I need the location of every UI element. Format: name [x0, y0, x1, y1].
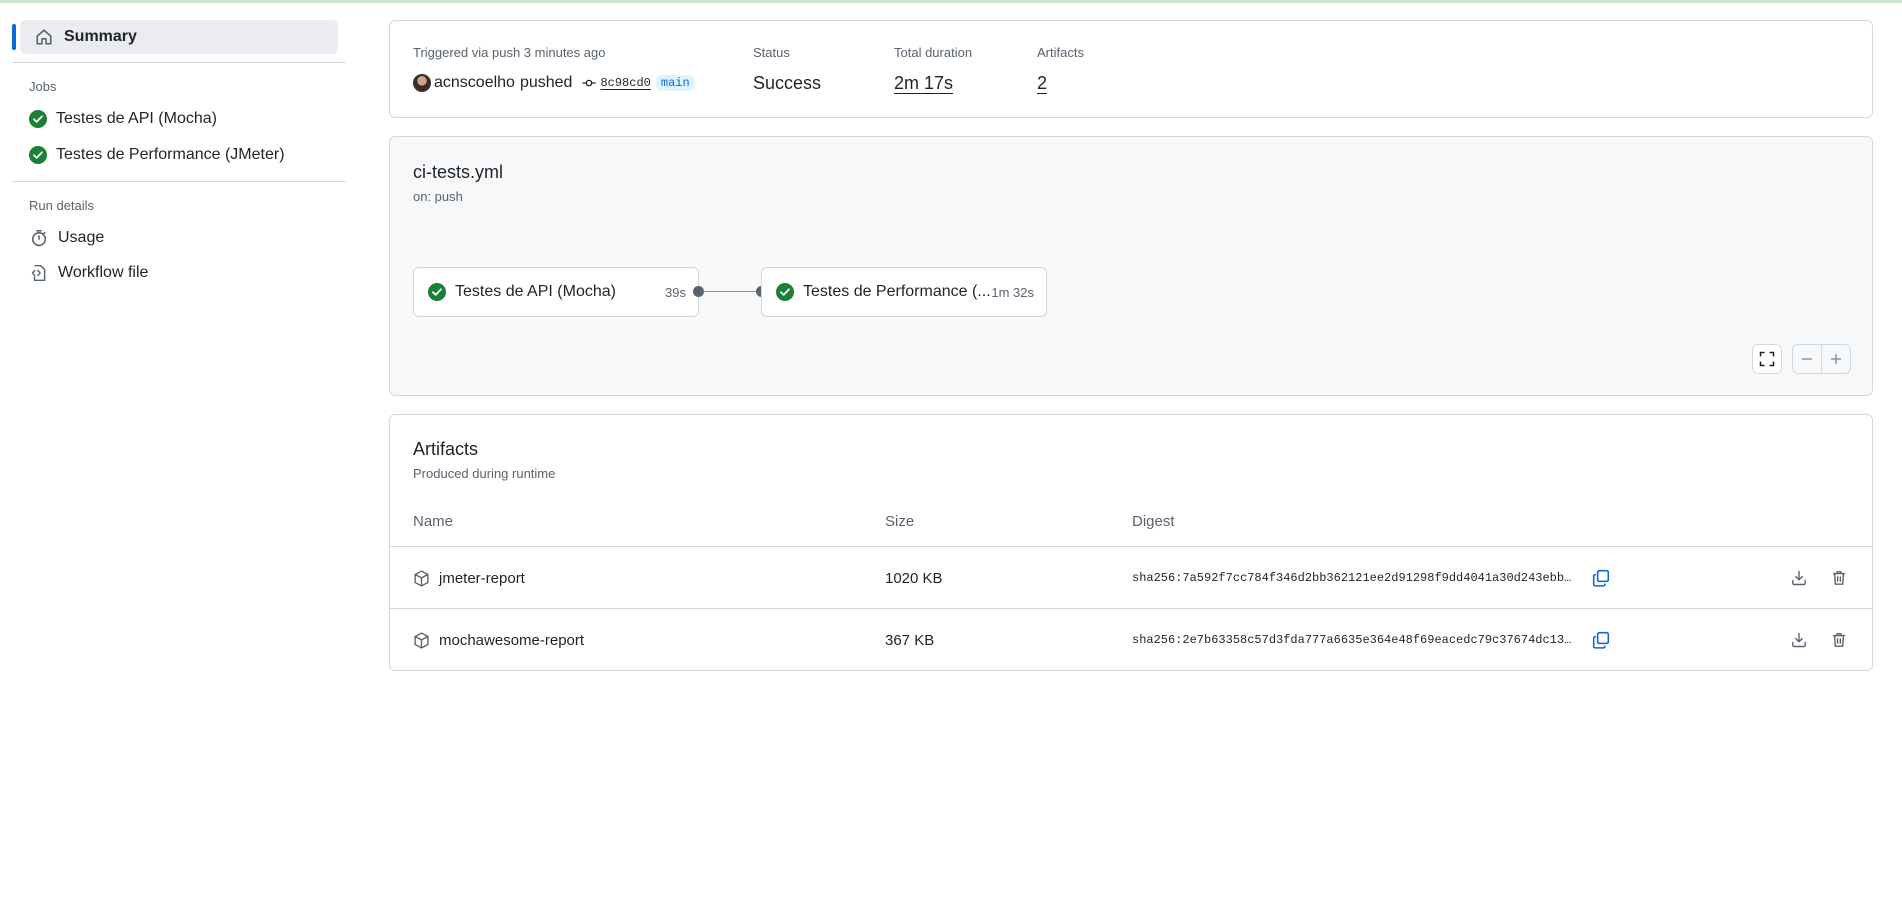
avatar[interactable] — [413, 74, 431, 92]
graph-connector — [703, 291, 759, 292]
copy-icon — [1592, 631, 1610, 649]
duration-column: Total duration 2m 17s — [894, 45, 972, 94]
status-label: Status — [753, 45, 790, 60]
sidebar-item-label: Testes de API (Mocha) — [56, 110, 217, 127]
run-details-heading: Run details — [29, 197, 95, 213]
sidebar-item-workflow-file[interactable]: Workflow file — [12, 255, 346, 290]
artifacts-count-link[interactable]: 2 — [1037, 73, 1084, 94]
trigger-label: Triggered via push 3 minutes ago — [413, 45, 606, 60]
column-header-digest: Digest — [1132, 513, 1175, 530]
table-row: jmeter-report 1020 KB sha256:7a592f7cc78… — [390, 546, 1872, 608]
graph-job-duration: 39s — [665, 284, 686, 300]
artifact-name-cell: jmeter-report — [413, 547, 525, 609]
artifacts-title: Artifacts — [413, 439, 479, 459]
run-summary-panel: Triggered via push 3 minutes ago acnscoe… — [389, 20, 1873, 118]
sidebar-item-label: Usage — [58, 228, 105, 246]
plus-icon — [1831, 354, 1841, 364]
duration-label: Total duration — [894, 45, 973, 60]
graph-job-label: Testes de API (Mocha) — [455, 283, 616, 300]
file-code-icon — [29, 263, 49, 283]
artifacts-count-label: Artifacts — [1037, 45, 1084, 60]
trash-icon — [1833, 571, 1845, 585]
home-icon — [34, 27, 54, 47]
column-header-name: Name — [413, 513, 454, 530]
copy-icon — [1592, 569, 1610, 587]
package-icon — [414, 631, 429, 649]
artifact-name-cell: mochawesome-report — [413, 609, 584, 671]
artifact-size: 1020 KB — [885, 569, 943, 587]
branch-badge[interactable]: main — [655, 75, 695, 91]
download-artifact-button[interactable] — [1786, 627, 1812, 653]
check-circle-icon — [29, 146, 47, 164]
sidebar-item-label: Workflow file — [58, 263, 149, 281]
artifacts-subtitle: Produced during runtime — [413, 466, 556, 481]
divider — [12, 181, 346, 182]
status-value: Success — [753, 73, 822, 93]
workflow-file-title: ci-tests.yml — [413, 162, 503, 182]
stopwatch-icon — [29, 228, 49, 248]
copy-digest-button[interactable] — [1588, 565, 1614, 591]
sidebar: Summary Jobs Testes de API (Mocha) Teste… — [12, 20, 346, 290]
divider — [12, 62, 346, 63]
sidebar-item-label: Testes de Performance (JMeter) — [56, 146, 285, 163]
graph-job-api[interactable]: Testes de API (Mocha) 39s — [413, 267, 699, 317]
actor-action: pushed — [519, 74, 573, 91]
package-icon — [414, 569, 429, 587]
graph-job-label: Testes de Performance (... — [803, 283, 991, 300]
jobs-heading: Jobs — [29, 78, 57, 94]
commit-sha-link[interactable]: 8c98cd0 — [600, 76, 650, 90]
artifact-digest: sha256:7a592f7cc784f346d2bb362121ee2d912… — [1132, 571, 1572, 585]
zoom-in-button[interactable] — [1821, 344, 1851, 374]
check-circle-icon — [776, 283, 794, 301]
table-row: mochawesome-report 367 KB sha256:2e7b633… — [390, 608, 1872, 670]
copy-digest-button[interactable] — [1588, 627, 1614, 653]
git-commit-icon — [582, 79, 597, 87]
delete-artifact-button[interactable] — [1826, 627, 1852, 653]
sidebar-item-summary[interactable]: Summary — [12, 20, 338, 54]
artifact-digest: sha256:2e7b63358c57d3fda777a6635e364e48f… — [1132, 633, 1572, 647]
column-header-size: Size — [885, 513, 915, 530]
artifacts-column: Artifacts 2 — [1037, 45, 1084, 94]
duration-value-link[interactable]: 2m 17s — [894, 73, 972, 94]
artifact-size: 367 KB — [885, 631, 935, 649]
delete-artifact-button[interactable] — [1826, 565, 1852, 591]
workflow-trigger: on: push — [413, 189, 463, 204]
artifact-digest-cell: sha256:7a592f7cc784f346d2bb362121ee2d912… — [1132, 547, 1577, 609]
actor-name[interactable]: acnscoelho — [434, 74, 515, 92]
check-circle-icon — [428, 283, 446, 301]
minus-icon — [1802, 358, 1812, 360]
top-progress-line — [0, 0, 1902, 3]
trigger-column: Triggered via push 3 minutes ago acnscoe… — [413, 45, 695, 92]
graph-job-duration: 1m 32s — [991, 284, 1034, 300]
artifact-digest-cell: sha256:2e7b63358c57d3fda777a6635e364e48f… — [1132, 609, 1577, 671]
fullscreen-button[interactable] — [1752, 344, 1782, 374]
workflow-graph-panel: ci-tests.yml on: push Testes de API (Moc… — [389, 136, 1873, 396]
zoom-out-button[interactable] — [1792, 344, 1822, 374]
sidebar-item-job-api[interactable]: Testes de API (Mocha) — [12, 101, 346, 137]
trash-icon — [1833, 633, 1845, 647]
artifacts-panel: Artifacts Produced during runtime Name S… — [389, 414, 1873, 671]
sidebar-item-job-performance[interactable]: Testes de Performance (JMeter) — [12, 137, 346, 173]
graph-job-performance[interactable]: Testes de Performance (... 1m 32s — [761, 267, 1047, 317]
sidebar-item-label: Summary — [64, 28, 137, 45]
trigger-line: acnscoelho pushed 8c98cd0 main — [413, 74, 695, 92]
status-column: Status Success — [753, 45, 821, 94]
artifact-name-link[interactable]: mochawesome-report — [439, 632, 584, 649]
download-icon — [1792, 570, 1806, 586]
download-artifact-button[interactable] — [1786, 565, 1812, 591]
check-circle-icon — [29, 110, 47, 128]
download-icon — [1792, 632, 1806, 648]
artifact-name-link[interactable]: jmeter-report — [439, 570, 525, 587]
sidebar-item-usage[interactable]: Usage — [12, 220, 346, 255]
fullscreen-icon — [1759, 351, 1775, 367]
